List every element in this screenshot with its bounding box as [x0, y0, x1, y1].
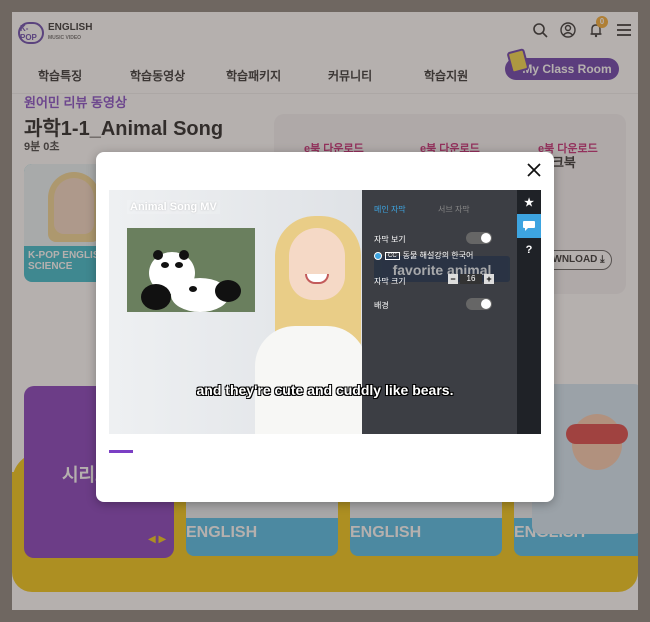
star-icon[interactable]: ★ [517, 190, 541, 214]
increase-button[interactable]: + [484, 274, 494, 284]
close-icon[interactable] [526, 162, 542, 178]
language-label: 동물 해설강의 한국어 [402, 251, 474, 260]
radio-selected-icon[interactable] [374, 251, 382, 260]
font-size-value: 16 [460, 274, 482, 284]
video-subtitle: and they're cute and cuddly like bears. [196, 382, 454, 398]
language-option[interactable]: CC 동물 해설강의 한국어 [374, 250, 473, 261]
tab-main-subtitle[interactable]: 메인 자막 [374, 204, 406, 215]
app-frame: K-POP ENGLISH MUSIC VIDEO 0 학습특징 학습동영상 학… [12, 12, 638, 610]
help-icon[interactable]: ? [517, 238, 541, 262]
cc-icon: CC [385, 251, 400, 260]
video-modal: Animal Song MV 메인 자막 서브 자막 자막 보기 favorit… [96, 152, 554, 502]
progress-indicator [109, 450, 133, 453]
panda-image [127, 228, 255, 312]
background-label: 배경 [374, 301, 389, 310]
subtitle-show-toggle[interactable] [466, 232, 492, 244]
video-player[interactable]: Animal Song MV 메인 자막 서브 자막 자막 보기 favorit… [109, 190, 541, 434]
decrease-button[interactable]: − [448, 274, 458, 284]
subtitle-icon[interactable] [517, 214, 541, 238]
mv-label: Animal Song MV [127, 200, 220, 214]
font-size-stepper[interactable]: − 16 + [448, 274, 494, 284]
font-size-label: 자막 크기 [374, 277, 406, 286]
subtitle-show-label: 자막 보기 [374, 235, 406, 244]
background-toggle[interactable] [466, 298, 492, 310]
tab-sub-subtitle[interactable]: 서브 자막 [438, 204, 470, 215]
